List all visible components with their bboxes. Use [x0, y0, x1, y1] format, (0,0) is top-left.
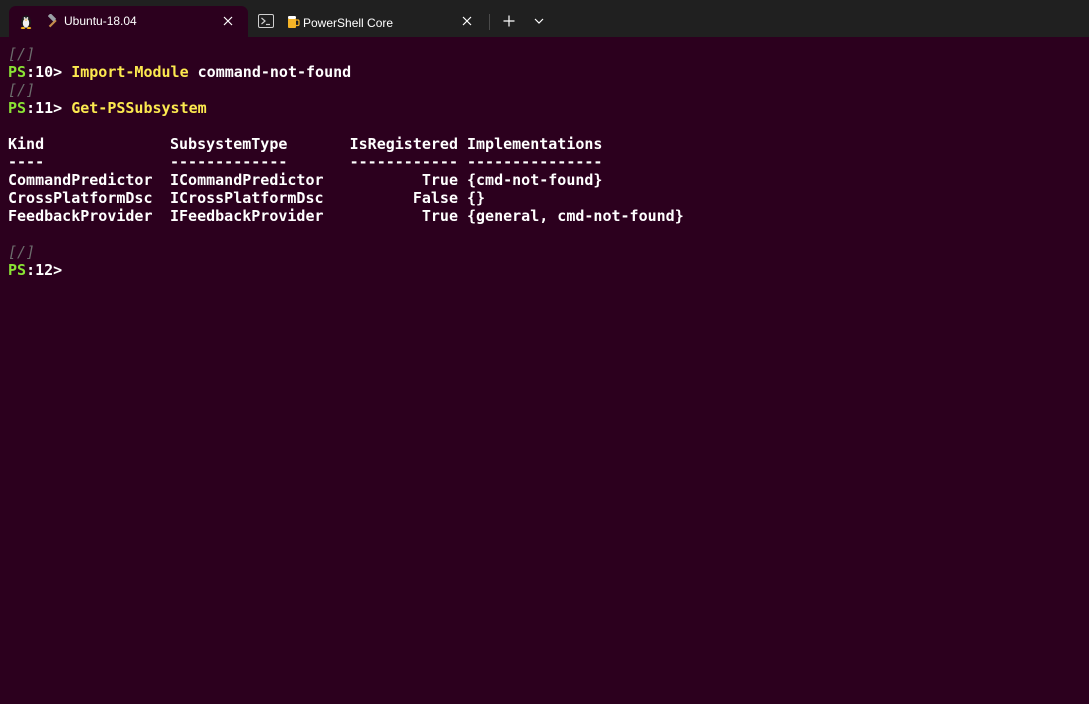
tab-powershell[interactable]: PowerShell Core	[251, 6, 483, 37]
table-row: CommandPredictor ICommandPredictor True {cm…	[8, 171, 1089, 189]
table-header: Kind	[8, 135, 45, 153]
table-underline: -------------	[170, 153, 288, 171]
prompt-ps: PS	[8, 261, 27, 279]
table-header: Implementations	[467, 135, 603, 153]
table-cell: {cmd-not-found}	[467, 171, 603, 189]
prompt-number: :12>	[26, 261, 63, 279]
table-header-row: Kind SubsystemType IsRegistered Implementat…	[8, 135, 1089, 153]
tab-bar: Ubuntu-18.04 PowerShell Core	[0, 0, 1089, 37]
table-cell: ICommandPredictor	[170, 171, 324, 189]
tab-label: Ubuntu-18.04	[64, 14, 137, 28]
table-cell: FeedbackProvider	[8, 207, 153, 225]
close-tab-button[interactable]	[218, 11, 238, 31]
table-underline: ----	[8, 153, 45, 171]
table-cell: CrossPlatformDsc	[8, 189, 153, 207]
path-line: [/]	[8, 45, 1089, 63]
close-icon	[223, 16, 233, 26]
prompt-ps: PS	[8, 99, 27, 117]
table-cell: IFeedbackProvider	[170, 207, 324, 225]
new-tab-button[interactable]	[497, 10, 521, 32]
table-cell: ICrossPlatformDsc	[170, 189, 324, 207]
chevron-down-icon	[534, 18, 544, 24]
path-marker: [/]	[8, 45, 36, 63]
command-args: command-not-found	[188, 63, 352, 81]
table-underline: ------------	[349, 153, 458, 171]
plus-icon	[503, 15, 515, 27]
table-cell: True	[421, 171, 458, 189]
table-cell: True	[421, 207, 458, 225]
prompt-line: PS:11> Get-PSSubsystem	[8, 99, 1089, 117]
tab-label: PowerShell Core	[303, 16, 394, 30]
table-row: FeedbackProvider IFeedbackProvider True {ge…	[8, 207, 1089, 225]
command-name: Get-PSSubsystem	[71, 99, 207, 117]
prompt-number: :11>	[26, 99, 63, 117]
linux-penguin-icon	[18, 13, 34, 29]
close-tab-button[interactable]	[457, 11, 477, 31]
beer-mug-icon	[285, 14, 301, 30]
tab-dropdown-button[interactable]	[527, 10, 551, 32]
close-icon	[462, 16, 472, 26]
prompt-line: PS:10> Import-Module command-not-found	[8, 63, 1089, 81]
prompt-ps: PS	[8, 63, 27, 81]
prompt-line: PS:12>	[8, 261, 1089, 279]
path-line: [/]	[8, 81, 1089, 99]
table-cell: CommandPredictor	[8, 171, 153, 189]
table-row: CrossPlatformDsc ICrossPlatformDsc False {}	[8, 189, 1089, 207]
path-marker: [/]	[8, 243, 36, 261]
tab-separator	[489, 14, 490, 30]
powershell-icon	[258, 13, 274, 29]
hammer-icon	[45, 13, 61, 29]
command-name: Import-Module	[71, 63, 189, 81]
tab-ubuntu[interactable]: Ubuntu-18.04	[9, 6, 248, 37]
table-cell: False	[412, 189, 458, 207]
table-cell: {}	[467, 189, 486, 207]
table-header: SubsystemType	[170, 135, 288, 153]
table-underline: ---------------	[467, 153, 603, 171]
terminal-output[interactable]: [/] PS:10> Import-Module command-not-fou…	[0, 37, 1089, 704]
table-header: IsRegistered	[349, 135, 458, 153]
path-line: [/]	[8, 243, 1089, 261]
path-marker: [/]	[8, 81, 36, 99]
table-cell: {general, cmd-not-found}	[467, 207, 684, 225]
prompt-number: :10>	[26, 63, 63, 81]
table-underline-row: ---- ------------- ------------ -----------…	[8, 153, 1089, 171]
